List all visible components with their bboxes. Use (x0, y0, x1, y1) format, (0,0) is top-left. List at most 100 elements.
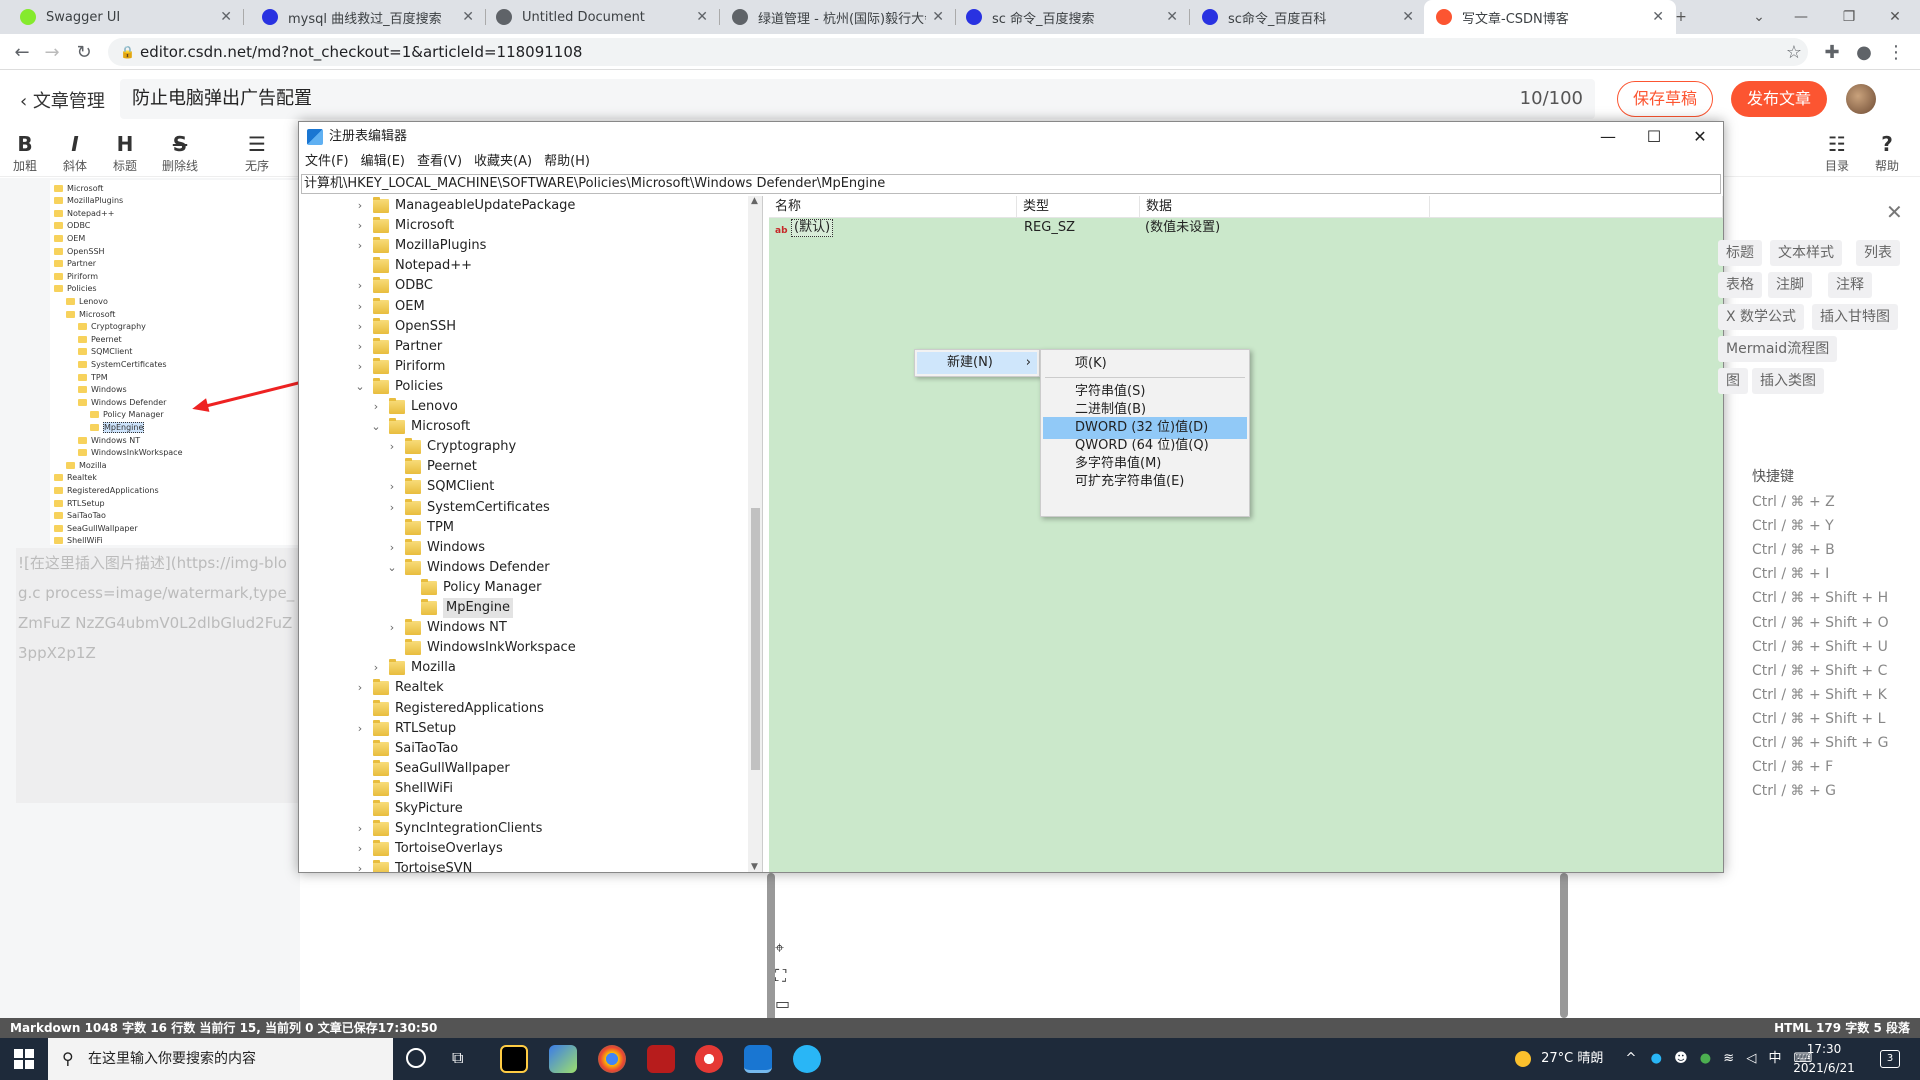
scroll-down-icon[interactable]: ▼ (751, 862, 758, 872)
minimize-icon[interactable]: — (1782, 0, 1820, 34)
menu-item[interactable]: 查看(V) (417, 154, 462, 169)
column-header[interactable]: 类型 (1017, 196, 1140, 218)
tree-node[interactable]: › TortoiseSVN (353, 859, 472, 872)
syntax-chip[interactable]: 表格 (1718, 272, 1762, 298)
menu-item[interactable]: 收藏夹(A) (474, 154, 532, 169)
chevron-right-icon[interactable]: › (353, 839, 367, 859)
app-icon-red[interactable] (647, 1045, 675, 1073)
submenu-item[interactable]: 可扩充字符串值(E) (1043, 471, 1247, 493)
chevron-right-icon[interactable]: › (385, 538, 399, 558)
syntax-chip[interactable]: 插入甘特图 (1812, 304, 1898, 330)
back-arrow-icon[interactable]: ← (10, 40, 34, 64)
minimize-icon[interactable]: — (1585, 122, 1631, 152)
tree-node[interactable]: › Microsoft (353, 216, 454, 236)
editor-scrollbar[interactable] (767, 873, 775, 1023)
browser-tab[interactable]: mysql 曲线救过_百度搜索 ✕ (250, 0, 486, 34)
menu-item[interactable]: 文件(F) (305, 154, 349, 169)
tree-node[interactable]: › Realtek (353, 678, 444, 698)
tab-close-icon[interactable]: ✕ (1166, 9, 1178, 25)
menu-item-new[interactable]: 新建(N) › (917, 352, 1037, 374)
column-header[interactable]: 数据 (1140, 196, 1430, 218)
intellij-icon[interactable] (500, 1045, 528, 1073)
chevron-right-icon[interactable]: › (369, 658, 383, 678)
windows-start-icon[interactable] (14, 1049, 34, 1069)
forward-arrow-icon[interactable]: → (40, 40, 64, 64)
tray-expand-icon[interactable]: ^ (1626, 1051, 1637, 1066)
preview-scrollbar[interactable] (1560, 873, 1568, 1018)
browser-tab[interactable]: 绿道管理 - 杭州(国际)毅行大会 ✕ (720, 0, 956, 34)
markdown-editor-pane[interactable]: Microsoft MozillaPlugins Notepad++ ODBC OEM O… (0, 178, 300, 1018)
tree-node[interactable]: WindowsInkWorkspace (385, 638, 576, 658)
syntax-chip[interactable]: 注释 (1828, 272, 1872, 298)
bookmark-star-icon[interactable]: ☆ (1782, 40, 1806, 64)
tree-node[interactable]: › SQMClient (385, 477, 494, 497)
maximize-icon[interactable]: ❐ (1830, 0, 1868, 34)
browser-menu-icon[interactable]: ⋮ (1884, 40, 1908, 64)
chevron-right-icon[interactable]: › (353, 859, 367, 872)
browser-tab[interactable]: Swagger UI ✕ (8, 0, 244, 34)
chevron-right-icon[interactable]: › (353, 216, 367, 236)
toolbar-button[interactable]: I 斜体 (50, 131, 100, 174)
ime-indicator[interactable]: 中 (1768, 1051, 1781, 1066)
tree-node[interactable]: › ODBC (353, 276, 433, 296)
app-icon-snail[interactable] (695, 1045, 723, 1073)
syntax-chip[interactable]: 标题 (1718, 240, 1762, 266)
registry-tree[interactable]: ▲ ▼ › ManageableUpdatePackage › Microsoft › M… (301, 196, 763, 872)
locate-icon[interactable]: ⌖ (775, 938, 784, 958)
tab-close-icon[interactable]: ✕ (462, 9, 474, 25)
tree-node[interactable]: › Piriform (353, 357, 445, 377)
chevron-right-icon[interactable]: › (353, 236, 367, 256)
tree-node[interactable]: › Cryptography (385, 437, 516, 457)
value-row[interactable]: ab (默认) REG_SZ (数值未设置) (769, 218, 1723, 238)
profile-icon[interactable]: ● (1852, 40, 1876, 64)
tree-node[interactable]: RegisteredApplications (353, 699, 544, 719)
chevron-right-icon[interactable]: › (385, 437, 399, 457)
tab-close-icon[interactable]: ✕ (1402, 9, 1414, 25)
column-header[interactable] (1430, 196, 1723, 218)
tree-node[interactable]: › Windows (385, 538, 485, 558)
tree-node[interactable]: › SyncIntegrationClients (353, 819, 542, 839)
toolbar-button[interactable]: S 删除线 (155, 131, 205, 174)
taskbar-clock[interactable]: 17:30 2021/6/21 (1790, 1040, 1858, 1078)
tree-node[interactable]: Policy Manager (401, 578, 542, 598)
publish-article-button[interactable]: 发布文章 (1731, 81, 1827, 117)
chevron-right-icon[interactable]: › (353, 819, 367, 839)
tree-node[interactable]: ⌄ Windows Defender (385, 558, 550, 578)
toolbar-button[interactable]: H 标题 (100, 131, 150, 174)
tree-node[interactable]: › OpenSSH (353, 317, 456, 337)
regedit-titlebar[interactable]: 注册表编辑器 — ☐ ✕ (299, 122, 1723, 152)
preview-toggle-icon[interactable]: ▭ (775, 994, 790, 1013)
chevron-right-icon[interactable]: › (353, 337, 367, 357)
menu-item[interactable]: 帮助(H) (544, 154, 590, 169)
tray-app-icon[interactable]: ● (1651, 1051, 1662, 1066)
toolbar-button[interactable]: ☰ 无序 (232, 131, 282, 174)
registry-path-bar[interactable]: 计算机\HKEY_LOCAL_MACHINE\SOFTWARE\Policies… (301, 174, 1721, 194)
tree-node[interactable]: › Windows NT (385, 618, 507, 638)
registry-values-pane[interactable]: 名称 类型 数据 ab (默认) REG_SZ (数值未设置) (769, 196, 1723, 872)
syntax-chip[interactable]: 图 (1718, 368, 1748, 394)
scroll-up-icon[interactable]: ▲ (751, 196, 758, 206)
registry-editor-window[interactable]: 注册表编辑器 — ☐ ✕ 文件(F) 编辑(E) 查看(V) 收藏夹(A) 帮助(H) … (298, 121, 1724, 873)
tree-scrollbar[interactable]: ▲ ▼ (748, 196, 762, 872)
toolbar-right-button[interactable]: ? 帮助 (1862, 131, 1912, 174)
column-header[interactable]: 名称 (769, 196, 1017, 218)
browser-tab[interactable]: 写文章-CSDN博客 ✕ (1424, 0, 1676, 34)
new-tab-icon[interactable]: + (1662, 0, 1700, 34)
syntax-chip[interactable]: 插入类图 (1752, 368, 1824, 394)
tab-close-icon[interactable]: ✕ (696, 9, 708, 25)
chevron-right-icon[interactable]: › (353, 276, 367, 296)
syntax-chip[interactable]: 注脚 (1768, 272, 1812, 298)
chrome-icon[interactable] (598, 1045, 626, 1073)
submenu-item[interactable]: 项(K) (1043, 353, 1247, 375)
close-window-icon[interactable]: ✕ (1677, 122, 1723, 152)
tree-node[interactable]: › Lenovo (369, 397, 458, 417)
wifi-icon[interactable]: ≋ (1723, 1051, 1734, 1066)
task-view-icon[interactable]: ⧉ (452, 1048, 463, 1068)
reload-icon[interactable]: ↻ (72, 40, 96, 64)
toolbar-right-button[interactable]: ☷ 目录 (1812, 131, 1862, 174)
syntax-chip[interactable]: 列表 (1856, 240, 1900, 266)
tree-node[interactable]: MpEngine (401, 598, 514, 618)
article-manage-link[interactable]: ‹ 文章管理 (20, 87, 105, 113)
extensions-icon[interactable]: ✚ (1820, 40, 1844, 64)
tab-search-icon[interactable]: ⌄ (1740, 0, 1778, 34)
